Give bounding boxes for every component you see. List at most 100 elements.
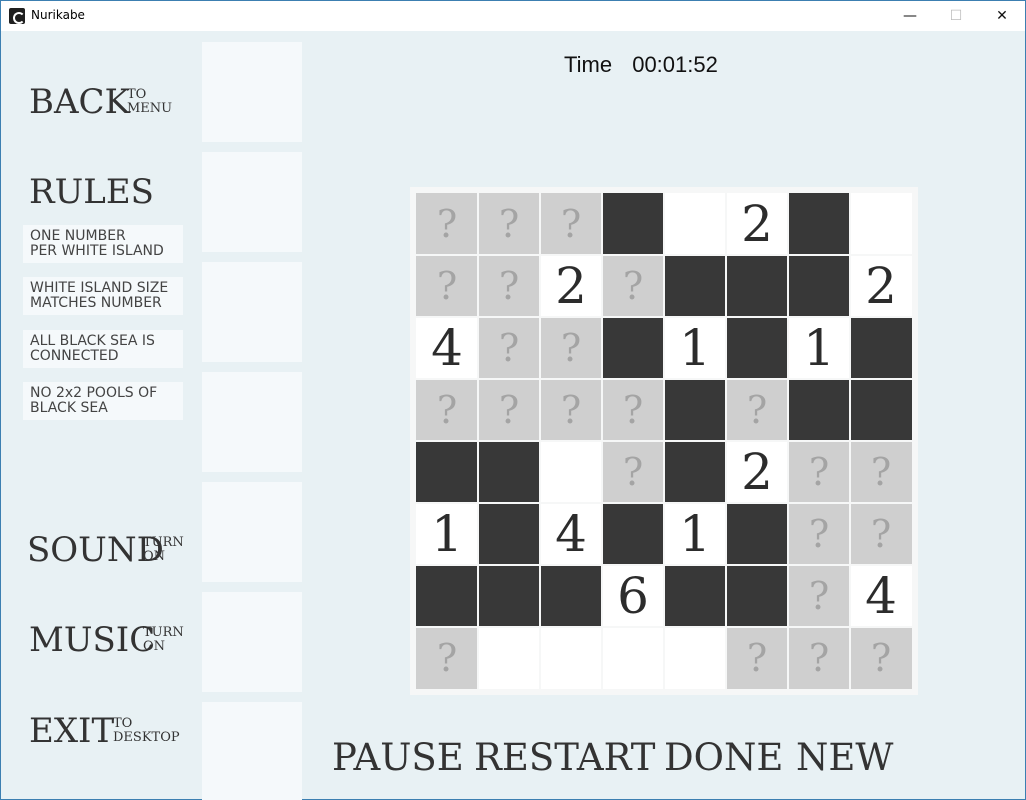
black-cell[interactable] bbox=[416, 565, 478, 627]
question-mark: ? bbox=[622, 450, 644, 494]
clue-cell[interactable]: 6 bbox=[602, 565, 664, 627]
black-cell[interactable] bbox=[664, 379, 726, 441]
white-cell[interactable] bbox=[664, 193, 726, 255]
grid-line bbox=[416, 626, 912, 628]
clue-cell[interactable]: 1 bbox=[416, 503, 478, 565]
clue-cell[interactable]: 1 bbox=[788, 317, 850, 379]
side-panel bbox=[202, 372, 302, 472]
question-mark: ? bbox=[746, 636, 768, 680]
unknown-cell[interactable]: ? bbox=[602, 379, 664, 441]
unknown-cell[interactable]: ? bbox=[726, 627, 788, 689]
unknown-cell[interactable]: ? bbox=[788, 627, 850, 689]
side-panel bbox=[202, 262, 302, 362]
black-cell[interactable] bbox=[788, 193, 850, 255]
question-mark: ? bbox=[436, 388, 458, 432]
clue-cell[interactable]: 1 bbox=[664, 317, 726, 379]
music-label-small-1: TURN bbox=[143, 625, 184, 640]
unknown-cell[interactable]: ? bbox=[788, 503, 850, 565]
back-label: BACK bbox=[29, 82, 130, 122]
black-cell[interactable] bbox=[602, 503, 664, 565]
unknown-cell[interactable]: ? bbox=[850, 441, 912, 503]
unknown-cell[interactable]: ? bbox=[478, 193, 540, 255]
unknown-cell[interactable]: ? bbox=[540, 317, 602, 379]
clue-cell[interactable]: 2 bbox=[850, 255, 912, 317]
question-mark: ? bbox=[808, 574, 830, 618]
clue-cell[interactable]: 2 bbox=[540, 255, 602, 317]
rule-text-line2: PER WHITE ISLAND bbox=[30, 243, 164, 259]
black-cell[interactable] bbox=[726, 565, 788, 627]
rule-text-line1: ALL BLACK SEA IS bbox=[30, 333, 155, 349]
unknown-cell[interactable]: ? bbox=[602, 255, 664, 317]
black-cell[interactable] bbox=[726, 503, 788, 565]
unknown-cell[interactable]: ? bbox=[540, 379, 602, 441]
black-cell[interactable] bbox=[540, 565, 602, 627]
white-cell[interactable] bbox=[850, 193, 912, 255]
unknown-cell[interactable]: ? bbox=[788, 565, 850, 627]
unknown-cell[interactable]: ? bbox=[788, 441, 850, 503]
unknown-cell[interactable]: ? bbox=[726, 379, 788, 441]
minimize-button[interactable]: — bbox=[887, 1, 933, 31]
unknown-cell[interactable]: ? bbox=[478, 255, 540, 317]
black-cell[interactable] bbox=[664, 255, 726, 317]
white-cell[interactable] bbox=[478, 627, 540, 689]
window-title: Nurikabe bbox=[31, 8, 85, 22]
timer-value: 00:01:52 bbox=[632, 52, 718, 77]
clue-number: 1 bbox=[679, 505, 711, 563]
unknown-cell[interactable]: ? bbox=[416, 379, 478, 441]
black-cell[interactable] bbox=[478, 441, 540, 503]
clue-cell[interactable]: 4 bbox=[416, 317, 478, 379]
question-mark: ? bbox=[870, 636, 892, 680]
rule-text-line2: MATCHES NUMBER bbox=[30, 295, 162, 311]
maximize-button[interactable]: ☐ bbox=[933, 1, 979, 31]
black-cell[interactable] bbox=[788, 255, 850, 317]
question-mark: ? bbox=[870, 512, 892, 556]
pause-button[interactable]: PAUSE bbox=[332, 738, 464, 778]
black-cell[interactable] bbox=[602, 193, 664, 255]
new-game-button[interactable]: NEW bbox=[796, 738, 893, 778]
black-cell[interactable] bbox=[788, 379, 850, 441]
question-mark: ? bbox=[436, 202, 458, 246]
clue-cell[interactable]: 1 bbox=[664, 503, 726, 565]
question-mark: ? bbox=[436, 636, 458, 680]
black-cell[interactable] bbox=[664, 565, 726, 627]
exit-label-small-2: DESKTOP bbox=[113, 730, 180, 745]
music-label-small-2: ON bbox=[143, 639, 166, 654]
black-cell[interactable] bbox=[726, 317, 788, 379]
unknown-cell[interactable]: ? bbox=[416, 255, 478, 317]
white-cell[interactable] bbox=[664, 627, 726, 689]
black-cell[interactable] bbox=[602, 317, 664, 379]
rules-heading: RULES bbox=[29, 172, 154, 212]
question-mark: ? bbox=[622, 388, 644, 432]
clue-number: 1 bbox=[679, 319, 711, 377]
black-cell[interactable] bbox=[850, 379, 912, 441]
unknown-cell[interactable]: ? bbox=[478, 379, 540, 441]
clue-number: 6 bbox=[617, 567, 649, 625]
question-mark: ? bbox=[808, 450, 830, 494]
black-cell[interactable] bbox=[416, 441, 478, 503]
title-bar[interactable]: Nurikabe — ☐ ✕ bbox=[1, 1, 1025, 31]
unknown-cell[interactable]: ? bbox=[478, 317, 540, 379]
unknown-cell[interactable]: ? bbox=[850, 503, 912, 565]
unknown-cell[interactable]: ? bbox=[850, 627, 912, 689]
clue-cell[interactable]: 2 bbox=[726, 193, 788, 255]
black-cell[interactable] bbox=[478, 565, 540, 627]
clue-cell[interactable]: 4 bbox=[540, 503, 602, 565]
white-cell[interactable] bbox=[602, 627, 664, 689]
white-cell[interactable] bbox=[540, 441, 602, 503]
unknown-cell[interactable]: ? bbox=[540, 193, 602, 255]
unknown-cell[interactable]: ? bbox=[416, 193, 478, 255]
done-button[interactable]: DONE bbox=[664, 738, 783, 778]
white-cell[interactable] bbox=[540, 627, 602, 689]
clue-cell[interactable]: 4 bbox=[850, 565, 912, 627]
black-cell[interactable] bbox=[850, 317, 912, 379]
unknown-cell[interactable]: ? bbox=[416, 627, 478, 689]
clue-cell[interactable]: 2 bbox=[726, 441, 788, 503]
question-mark: ? bbox=[436, 264, 458, 308]
restart-button[interactable]: RESTART bbox=[474, 738, 655, 778]
black-cell[interactable] bbox=[478, 503, 540, 565]
black-cell[interactable] bbox=[726, 255, 788, 317]
rule-item: ALL BLACK SEA IS CONNECTED bbox=[23, 330, 183, 368]
close-button[interactable]: ✕ bbox=[979, 1, 1025, 31]
unknown-cell[interactable]: ? bbox=[602, 441, 664, 503]
black-cell[interactable] bbox=[664, 441, 726, 503]
